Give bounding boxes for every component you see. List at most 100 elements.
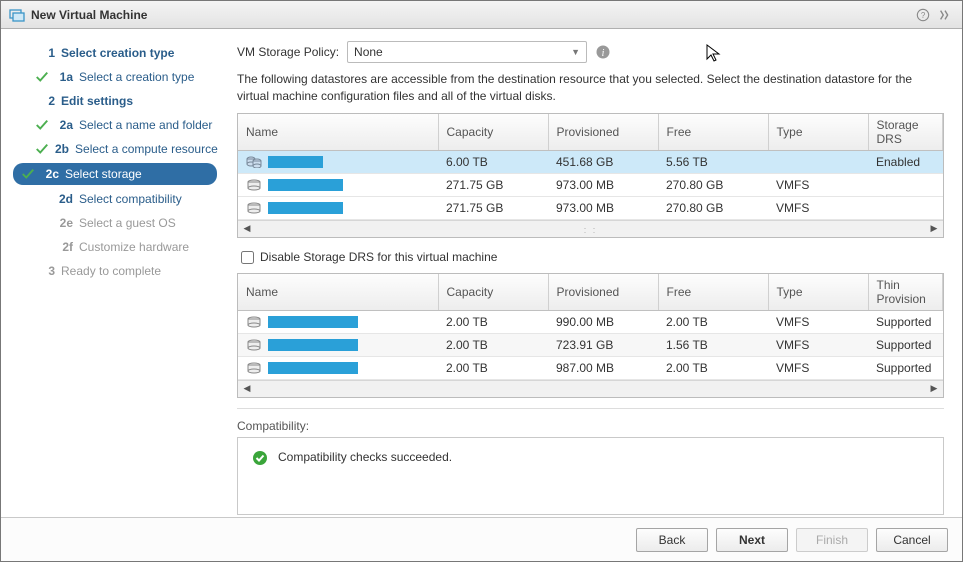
svg-text:?: ? [921, 11, 926, 20]
datastore-icon [246, 362, 262, 374]
compatibility-label: Compatibility: [237, 408, 944, 433]
datastore-name-redacted [268, 156, 323, 168]
table-row[interactable]: 2.00 TB 990.00 MB 2.00 TB VMFS Supported [238, 310, 943, 333]
datastore-icon [246, 316, 262, 328]
table-row[interactable]: 271.75 GB 973.00 MB 270.80 GB VMFS [238, 173, 943, 196]
back-button[interactable]: Back [636, 528, 708, 552]
col-capacity[interactable]: Capacity [438, 274, 548, 311]
cell-type: VMFS [768, 310, 868, 333]
horizontal-scrollbar[interactable]: ◀ ▶ [238, 380, 943, 397]
titlebar: New Virtual Machine ? [1, 1, 962, 29]
step-3: 3Ready to complete [13, 261, 217, 281]
next-button[interactable]: Next [716, 528, 788, 552]
datastore-name-redacted [268, 179, 343, 191]
col-type[interactable]: Type [768, 274, 868, 311]
cell-provisioned: 990.00 MB [548, 310, 658, 333]
cell-drs [868, 173, 943, 196]
cell-free: 5.56 TB [658, 150, 768, 173]
cell-free: 270.80 GB [658, 173, 768, 196]
col-free[interactable]: Free [658, 114, 768, 151]
cell-capacity: 271.75 GB [438, 173, 548, 196]
cell-free: 2.00 TB [658, 356, 768, 379]
step-2b[interactable]: 2bSelect a compute resource [13, 139, 217, 159]
datastore-name-redacted [268, 362, 358, 374]
compatibility-message: Compatibility checks succeeded. [278, 450, 452, 464]
datastore-cluster-icon [246, 156, 262, 168]
horizontal-scrollbar[interactable]: ◀ : : ▶ [238, 220, 943, 237]
step-2e: 2eSelect a guest OS [13, 213, 217, 233]
col-provisioned[interactable]: Provisioned [548, 274, 658, 311]
cell-provisioned: 723.91 GB [548, 333, 658, 356]
cancel-button[interactable]: Cancel [876, 528, 948, 552]
col-drs[interactable]: Storage DRS [868, 114, 943, 151]
cell-capacity: 6.00 TB [438, 150, 548, 173]
vm-icon [9, 7, 25, 23]
cell-thin: Supported [868, 356, 943, 379]
cell-thin: Supported [868, 333, 943, 356]
cell-free: 270.80 GB [658, 196, 768, 219]
cell-provisioned: 451.68 GB [548, 150, 658, 173]
cell-capacity: 271.75 GB [438, 196, 548, 219]
step-2[interactable]: 2Edit settings [13, 91, 217, 111]
step-2c[interactable]: 2cSelect storage [13, 163, 217, 185]
col-name[interactable]: Name [238, 114, 438, 151]
expand-icon[interactable] [936, 6, 954, 24]
table-row[interactable]: 6.00 TB 451.68 GB 5.56 TB Enabled [238, 150, 943, 173]
step-1a[interactable]: 1aSelect a creation type [13, 67, 217, 87]
scroll-left-icon[interactable]: ◀ [240, 222, 254, 236]
cell-capacity: 2.00 TB [438, 310, 548, 333]
cell-provisioned: 973.00 MB [548, 173, 658, 196]
finish-button: Finish [796, 528, 868, 552]
resize-grip-icon[interactable]: : : [584, 225, 598, 235]
cell-provisioned: 987.00 MB [548, 356, 658, 379]
check-icon [35, 70, 49, 84]
main-content: VM Storage Policy: None ▼ i The followin… [223, 29, 962, 517]
info-icon[interactable]: i [595, 44, 611, 60]
col-provisioned[interactable]: Provisioned [548, 114, 658, 151]
cell-capacity: 2.00 TB [438, 356, 548, 379]
datastore-icon [246, 339, 262, 351]
datastore-name-redacted [268, 339, 358, 351]
table-row[interactable]: 2.00 TB 723.91 GB 1.56 TB VMFS Supported [238, 333, 943, 356]
table-row[interactable]: 2.00 TB 987.00 MB 2.00 TB VMFS Supported [238, 356, 943, 379]
description-text: The following datastores are accessible … [237, 71, 944, 105]
step-1[interactable]: 1Select creation type [13, 43, 217, 63]
col-type[interactable]: Type [768, 114, 868, 151]
disable-drs-label: Disable Storage DRS for this virtual mac… [260, 250, 497, 264]
scroll-left-icon[interactable]: ◀ [240, 382, 254, 396]
cell-type: VMFS [768, 196, 868, 219]
col-thin[interactable]: Thin Provision [868, 274, 943, 311]
datastore-icon [246, 202, 262, 214]
scroll-right-icon[interactable]: ▶ [927, 222, 941, 236]
policy-label: VM Storage Policy: [237, 45, 339, 59]
datastore-name-redacted [268, 316, 358, 328]
col-free[interactable]: Free [658, 274, 768, 311]
help-icon[interactable]: ? [914, 6, 932, 24]
cell-type: VMFS [768, 356, 868, 379]
table-row[interactable]: 271.75 GB 973.00 MB 270.80 GB VMFS [238, 196, 943, 219]
policy-select[interactable]: None ▼ [347, 41, 587, 63]
datastores-table: Name Capacity Provisioned Free Type Thin… [237, 273, 944, 398]
check-icon [35, 118, 49, 132]
col-capacity[interactable]: Capacity [438, 114, 548, 151]
window-title: New Virtual Machine [31, 8, 147, 22]
cell-drs: Enabled [868, 150, 943, 173]
col-name[interactable]: Name [238, 274, 438, 311]
scroll-right-icon[interactable]: ▶ [927, 382, 941, 396]
cell-type: VMFS [768, 333, 868, 356]
check-icon [21, 167, 35, 181]
datastore-icon [246, 179, 262, 191]
wizard-sidebar: 1Select creation type 1aSelect a creatio… [1, 29, 223, 517]
cell-provisioned: 973.00 MB [548, 196, 658, 219]
step-2f: 2fCustomize hardware [13, 237, 217, 257]
svg-text:i: i [602, 48, 605, 59]
cell-type [768, 150, 868, 173]
cell-drs [868, 196, 943, 219]
disable-drs-checkbox[interactable] [241, 251, 254, 264]
chevron-down-icon: ▼ [571, 47, 580, 57]
compatibility-box: Compatibility checks succeeded. [237, 437, 944, 515]
cell-free: 1.56 TB [658, 333, 768, 356]
step-2a[interactable]: 2aSelect a name and folder [13, 115, 217, 135]
cell-capacity: 2.00 TB [438, 333, 548, 356]
step-2d[interactable]: 2dSelect compatibility [13, 189, 217, 209]
